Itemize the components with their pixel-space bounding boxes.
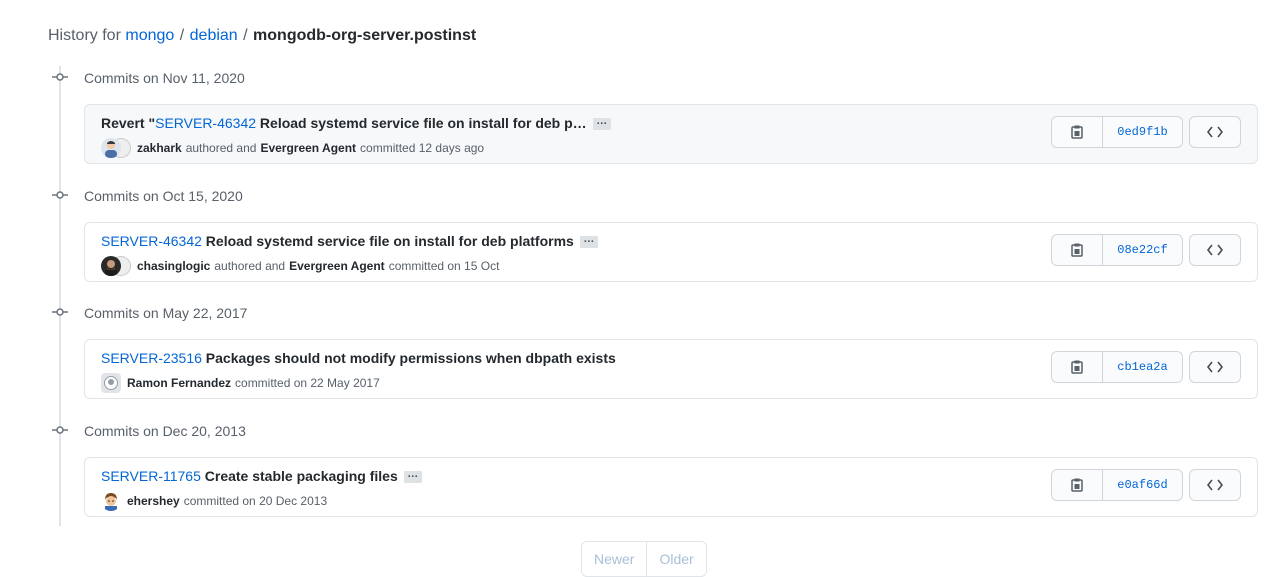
commit-title[interactable]: Revert "SERVER-46342 Reload systemd serv… <box>101 115 611 131</box>
commit-message[interactable]: Reload systemd service file on install f… <box>202 233 574 249</box>
committed-text: committed on 20 Dec 2013 <box>183 494 328 508</box>
commit-title[interactable]: SERVER-11765 Create stable packaging fil… <box>101 468 422 484</box>
commit-issue-link[interactable]: SERVER-11765 <box>101 468 201 484</box>
commit-title-prefix: Revert " <box>101 115 156 131</box>
breadcrumb: History for mongo / debian / mongodb-org… <box>48 24 476 48</box>
commit-meta: zakhark authored and Evergreen Agent com… <box>101 138 488 158</box>
clipboard-icon <box>1071 243 1083 257</box>
commit-issue-link[interactable]: SERVER-23516 <box>101 350 202 366</box>
clipboard-icon <box>1071 125 1083 139</box>
avatar-stack <box>101 138 131 158</box>
committed-text: committed on 22 May 2017 <box>235 376 380 390</box>
clipboard-icon <box>1071 478 1083 492</box>
commit-meta: Ramon Fernandez committed on 22 May 2017 <box>101 373 384 393</box>
code-icon <box>1207 361 1223 373</box>
breadcrumb-separator: / <box>243 27 248 44</box>
breadcrumb-repo-link[interactable]: mongo <box>125 27 174 44</box>
commit-sha-button-group: e0af66d <box>1051 469 1183 501</box>
breadcrumb-prefix: History for <box>48 27 121 44</box>
breadcrumb-file: mongodb-org-server.postinst <box>253 27 477 44</box>
breadcrumb-separator: / <box>179 27 185 44</box>
browse-repo-button[interactable] <box>1189 351 1241 383</box>
timeline-line <box>59 66 61 526</box>
expand-message-button[interactable]: … <box>403 469 422 484</box>
newer-button[interactable]: Newer <box>582 542 647 576</box>
copy-sha-button[interactable] <box>1052 117 1103 147</box>
expand-message-button[interactable]: … <box>579 234 598 249</box>
browse-repo-button[interactable] <box>1189 469 1241 501</box>
author-avatar[interactable] <box>101 373 121 393</box>
authored-text: authored and <box>214 259 286 273</box>
avatar-stack <box>101 373 121 393</box>
commit-sha-link[interactable]: 0ed9f1b <box>1103 117 1182 147</box>
commit-group-header: Commits on Oct 15, 2020 <box>50 186 243 206</box>
commit-group-header: Commits on May 22, 2017 <box>50 303 247 323</box>
commit-committer-link[interactable]: Evergreen Agent <box>289 259 385 273</box>
commit-message[interactable]: Create stable packaging files <box>201 468 398 484</box>
committed-text: committed on 15 Oct <box>388 259 500 273</box>
commit-author-link[interactable]: chasinglogic <box>137 259 210 273</box>
commit-sha-link[interactable]: e0af66d <box>1103 470 1182 500</box>
git-commit-icon <box>50 68 70 88</box>
browse-repo-button[interactable] <box>1189 234 1241 266</box>
author-avatar[interactable] <box>101 256 121 276</box>
commit-author-link[interactable]: Ramon Fernandez <box>127 376 231 390</box>
avatar-stack <box>101 491 121 511</box>
commit-group-title: Commits on Oct 15, 2020 <box>84 188 243 204</box>
commit-title[interactable]: SERVER-46342 Reload systemd service file… <box>101 233 598 249</box>
author-avatar[interactable] <box>101 491 121 511</box>
commit-author-link[interactable]: zakhark <box>137 141 182 155</box>
commit-issue-link[interactable]: SERVER-46342 <box>101 233 202 249</box>
expand-message-button[interactable]: … <box>592 116 611 131</box>
copy-sha-button[interactable] <box>1052 470 1103 500</box>
copy-sha-button[interactable] <box>1052 352 1103 382</box>
committed-text: committed 12 days ago <box>360 141 485 155</box>
older-button[interactable]: Older <box>646 542 706 576</box>
breadcrumb-folder-link[interactable]: debian <box>190 27 238 44</box>
commit-issue-link[interactable]: SERVER-46342 <box>155 115 256 131</box>
authored-text: authored and <box>185 141 257 155</box>
pagination: Newer Older <box>581 541 707 577</box>
commit-item: SERVER-11765 Create stable packaging fil… <box>84 457 1258 517</box>
commit-message[interactable]: Packages should not modify permissions w… <box>202 350 616 366</box>
commit-group-title: Commits on Nov 11, 2020 <box>84 70 245 86</box>
browse-repo-button[interactable] <box>1189 116 1241 148</box>
commit-item: SERVER-23516 Packages should not modify … <box>84 339 1258 399</box>
commit-sha-button-group: 0ed9f1b <box>1051 116 1183 148</box>
commit-meta: ehershey committed on 20 Dec 2013 <box>101 491 331 511</box>
copy-sha-button[interactable] <box>1052 235 1103 265</box>
avatar-stack <box>101 256 131 276</box>
commit-item: Revert "SERVER-46342 Reload systemd serv… <box>84 104 1258 164</box>
commit-item: SERVER-46342 Reload systemd service file… <box>84 222 1258 282</box>
commit-committer-link[interactable]: Evergreen Agent <box>260 141 356 155</box>
git-commit-icon <box>50 303 70 323</box>
code-icon <box>1207 126 1223 138</box>
commit-title[interactable]: SERVER-23516 Packages should not modify … <box>101 350 616 366</box>
commit-sha-button-group: 08e22cf <box>1051 234 1183 266</box>
code-icon <box>1207 479 1223 491</box>
git-commit-icon <box>50 421 70 441</box>
commit-group-header: Commits on Nov 11, 2020 <box>50 68 245 88</box>
commit-meta: chasinglogic authored and Evergreen Agen… <box>101 256 503 276</box>
commit-message[interactable]: Reload systemd service file on install f… <box>256 115 587 131</box>
author-avatar[interactable] <box>101 138 121 158</box>
commit-sha-button-group: cb1ea2a <box>1051 351 1183 383</box>
commit-sha-link[interactable]: 08e22cf <box>1103 235 1182 265</box>
commit-group-title: Commits on May 22, 2017 <box>84 305 248 321</box>
commit-group-header: Commits on Dec 20, 2013 <box>50 421 246 441</box>
commit-group-title: Commits on Dec 20, 2013 <box>84 423 246 439</box>
git-commit-icon <box>50 186 70 206</box>
code-icon <box>1207 244 1223 256</box>
commit-author-link[interactable]: ehershey <box>127 494 180 508</box>
commit-sha-link[interactable]: cb1ea2a <box>1103 352 1182 382</box>
clipboard-icon <box>1071 360 1083 374</box>
